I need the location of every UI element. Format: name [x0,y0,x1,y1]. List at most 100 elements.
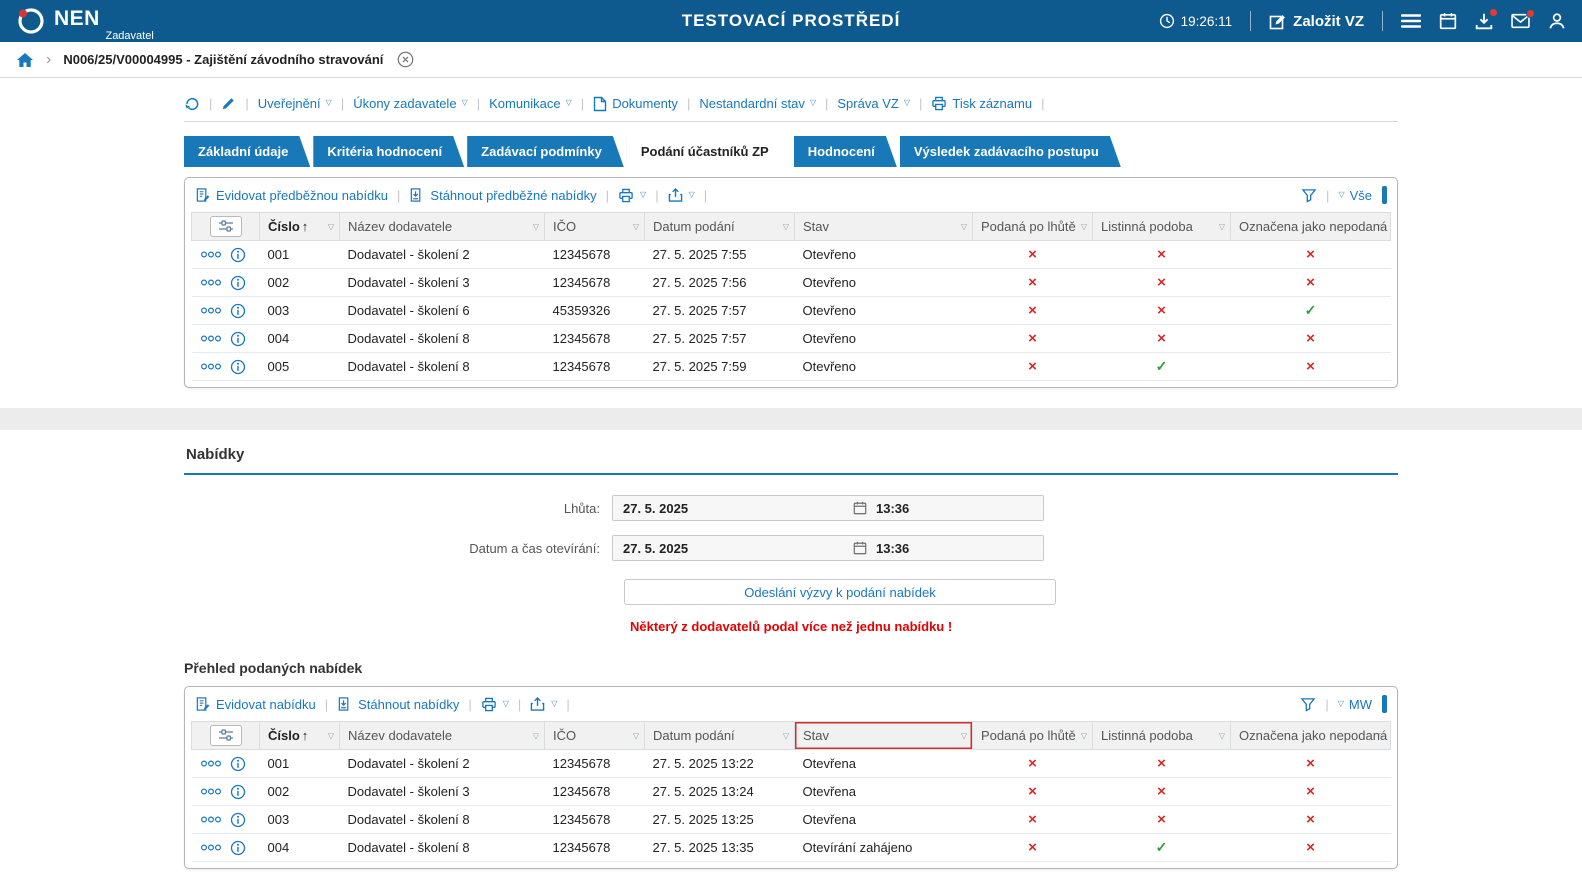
row-info-icon[interactable] [230,756,246,772]
table-row[interactable]: 002Dodavatel - školení 31234567827. 5. 2… [192,269,1391,297]
tab-kriteria-hodnoceni[interactable]: Kritéria hodnocení [313,136,464,167]
column-header-listinna[interactable]: Listinná podoba▽ [1093,213,1231,241]
deadline-field[interactable]: 27. 5. 2025 13:36 [612,495,1044,521]
column-filter-icon[interactable]: ▽ [633,731,639,740]
calendar-icon[interactable] [853,541,867,555]
table-row[interactable]: 003Dodavatel - školení 81234567827. 5. 2… [192,806,1391,834]
column-filter-icon[interactable]: ▽ [783,222,789,231]
column-header-nazev[interactable]: Název dodavatele▽ [340,213,545,241]
downloads-button[interactable] [1475,12,1493,30]
table-row[interactable]: 005Dodavatel - školení 81234567827. 5. 2… [192,353,1391,381]
profile-button[interactable] [1548,12,1566,30]
stahnout-predbezne-nabidky-button[interactable]: Stáhnout předběžné nabídky [409,187,596,203]
column-filter-icon[interactable]: ▽ [328,222,334,231]
calendar-icon[interactable] [853,501,867,515]
column-filter-icon[interactable]: ▽ [1379,222,1385,231]
table-row[interactable]: 004Dodavatel - školení 81234567827. 5. 2… [192,834,1391,862]
column-filter-icon[interactable]: ▽ [1379,731,1385,740]
column-filter-icon[interactable]: ▽ [1219,222,1225,231]
column-settings-button[interactable] [210,725,242,746]
column-filter-icon[interactable]: ▽ [633,222,639,231]
column-header-po_lhute[interactable]: Podaná po lhůtě▽ [973,722,1093,750]
row-info-icon[interactable] [230,275,246,291]
column-header-stav[interactable]: Stav▽ [795,722,973,750]
panel-grip[interactable] [1382,695,1387,713]
opening-date-input[interactable]: 27. 5. 2025 [613,541,847,556]
tab-zadavaci-podminky[interactable]: Zadávací podmínky [467,136,624,167]
row-menu-icon[interactable] [200,334,222,343]
print-record-button[interactable]: Tisk záznamu [931,96,1032,111]
row-menu-icon[interactable] [200,787,222,796]
tab-vysledek-postupu[interactable]: Výsledek zadávacího postupu [900,136,1121,167]
column-header-datum[interactable]: Datum podání▽ [645,213,795,241]
close-record-button[interactable] [397,51,414,68]
column-filter-icon[interactable]: ▽ [1081,222,1087,231]
opening-field[interactable]: 27. 5. 2025 13:36 [612,535,1044,561]
column-filter-icon[interactable]: ▽ [328,731,334,740]
deadline-date-input[interactable]: 27. 5. 2025 [613,501,847,516]
column-header-datum[interactable]: Datum podání▽ [645,722,795,750]
column-header-ico[interactable]: IČO▽ [545,213,645,241]
row-info-icon[interactable] [230,331,246,347]
column-header-nazev[interactable]: Název dodavatele▽ [340,722,545,750]
column-filter-icon[interactable]: ▽ [1081,731,1087,740]
menu-nestandardni-stav[interactable]: Nestandardní stav▽ [699,96,816,111]
column-filter-icon[interactable]: ▽ [533,222,539,231]
view-selector[interactable]: ▽ MW [1338,697,1372,712]
menu-dokumenty[interactable]: Dokumenty [593,96,678,112]
send-invitation-button[interactable]: Odeslání výzvy k podání nabídek [624,579,1056,605]
column-filter-icon[interactable]: ▽ [783,731,789,740]
table-row[interactable]: 001Dodavatel - školení 21234567827. 5. 2… [192,750,1391,778]
row-menu-icon[interactable] [200,278,222,287]
column-filter-icon[interactable]: ▽ [533,731,539,740]
calendar-button[interactable] [1439,12,1457,30]
menu-sprava-vz[interactable]: Správa VZ▽ [837,96,910,111]
export-table-button[interactable]: ▽ [668,187,695,203]
row-info-icon[interactable] [230,303,246,319]
row-menu-icon[interactable] [200,362,222,371]
tab-hodnoceni[interactable]: Hodnocení [794,136,897,167]
column-settings-button[interactable] [210,216,242,237]
edit-record-button[interactable] [221,96,236,111]
row-info-icon[interactable] [230,784,246,800]
row-menu-icon[interactable] [200,250,222,259]
tab-podani-ucastniku[interactable]: Podání účastníků ZP [627,136,791,167]
table-row[interactable]: 001Dodavatel - školení 21234567827. 5. 2… [192,241,1391,269]
column-header-ico[interactable]: IČO▽ [545,722,645,750]
view-selector[interactable]: ▽ Vše [1338,188,1372,203]
column-header-listinna[interactable]: Listinná podoba▽ [1093,722,1231,750]
history-button[interactable] [184,96,200,112]
evidovat-nabidku-button[interactable]: Evidovat nabídku [195,696,316,712]
home-button[interactable] [16,52,34,68]
menu-button[interactable] [1401,13,1421,29]
panel-grip[interactable] [1382,186,1387,204]
print-table-button[interactable]: ▽ [618,188,646,203]
messages-button[interactable] [1511,13,1530,29]
column-filter-icon[interactable]: ▽ [961,731,967,740]
tab-zakladni-udaje[interactable]: Základní údaje [184,136,310,167]
deadline-time-input[interactable]: 13:36 [847,501,1043,516]
menu-ukony-zadavatele[interactable]: Úkony zadavatele▽ [353,96,468,111]
create-vz-button[interactable]: Založit VZ [1269,13,1364,30]
breadcrumb-item[interactable]: N006/25/V00004995 - Zajištění závodního … [63,52,383,67]
row-info-icon[interactable] [230,812,246,828]
row-info-icon[interactable] [230,840,246,856]
row-menu-icon[interactable] [200,815,222,824]
filter-button[interactable] [1300,697,1316,712]
row-info-icon[interactable] [230,247,246,263]
row-menu-icon[interactable] [200,843,222,852]
menu-uverejneni[interactable]: Uveřejnění▽ [258,96,332,111]
menu-komunikace[interactable]: Komunikace▽ [489,96,572,111]
column-filter-icon[interactable]: ▽ [1219,731,1225,740]
print-table-button[interactable]: ▽ [481,697,509,712]
column-header-stav[interactable]: Stav▽ [795,213,973,241]
stahnout-nabidky-button[interactable]: Stáhnout nabídky [337,696,459,712]
nen-brand[interactable]: NEN Zadavatel [16,6,154,36]
column-filter-icon[interactable]: ▽ [961,222,967,231]
column-header-cislo[interactable]: Číslo↑▽ [260,213,340,241]
column-header-nepodana[interactable]: Označena jako nepodaná▽ [1231,722,1391,750]
row-menu-icon[interactable] [200,759,222,768]
opening-time-input[interactable]: 13:36 [847,541,1043,556]
row-menu-icon[interactable] [200,306,222,315]
filter-button[interactable] [1301,188,1317,203]
